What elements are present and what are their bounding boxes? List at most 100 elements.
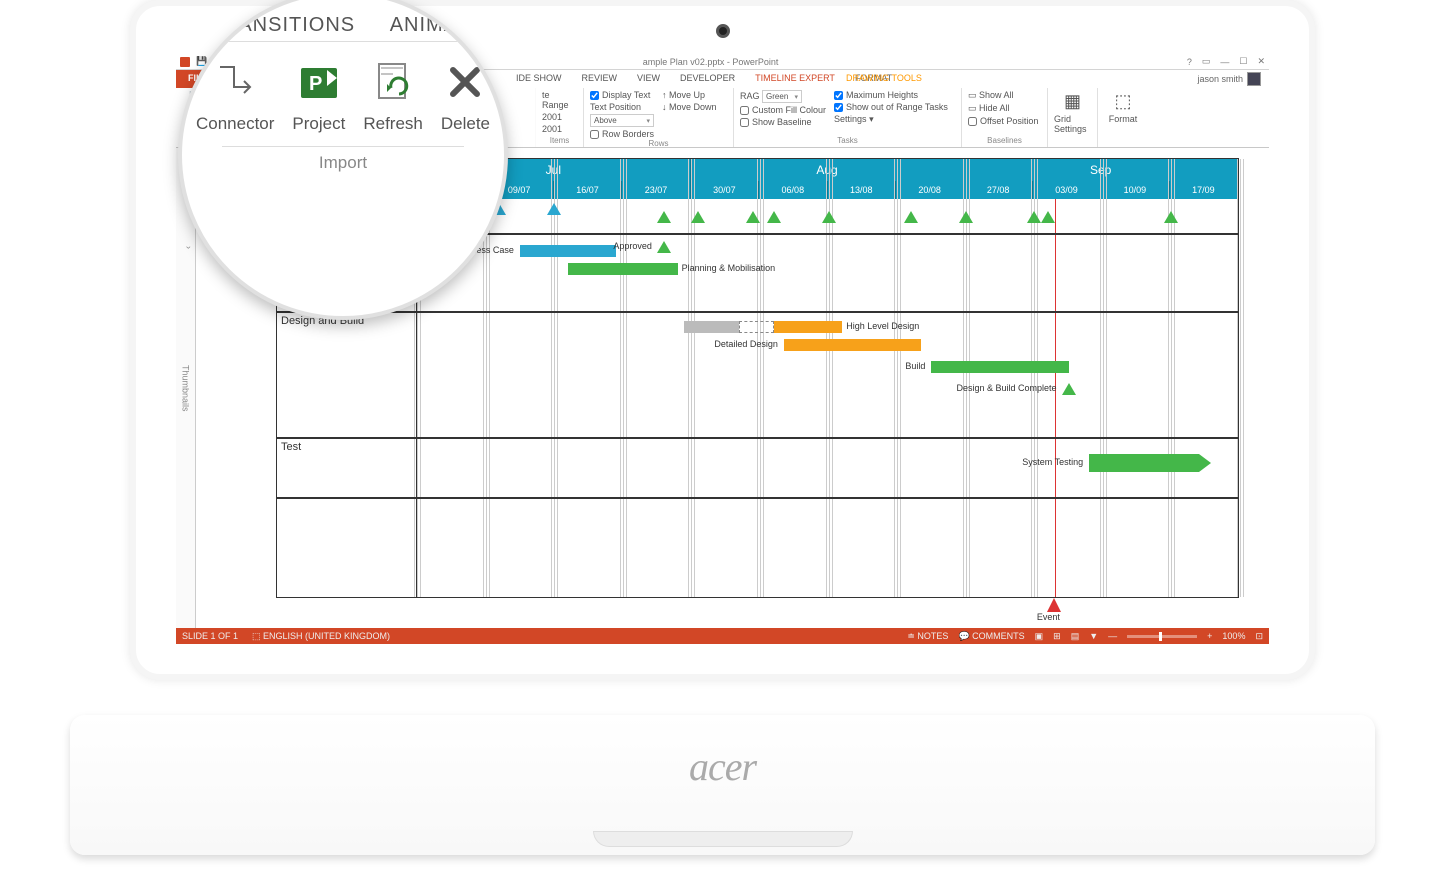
user-name: jason smith [1197,74,1243,84]
show-all-button[interactable]: ▭ Show All [968,90,1041,101]
event-marker[interactable] [1047,598,1061,612]
week-header: 13/08 [828,181,896,199]
tab-slideshow[interactable]: IDE SHOW [506,70,572,88]
tab-developer[interactable]: DEVELOPER [670,70,745,88]
milestone-marker[interactable] [1027,211,1041,223]
lens-group-label: Import [182,153,504,173]
ribbon-options-icon[interactable]: ▭ [1202,56,1211,67]
connector-button[interactable]: Connector [196,58,274,134]
minimize-icon[interactable]: — [1220,57,1229,67]
lens-tab-transitions[interactable]: TRANSITIONS [210,14,355,36]
view-normal-icon[interactable]: ▣ [1035,631,1044,642]
week-header: 27/08 [964,181,1032,199]
laptop-camera [716,24,730,38]
milestone-marker[interactable] [746,211,760,223]
task-label: Detailed Design [714,339,778,349]
out-of-range-check[interactable]: Show out of Range Tasks [834,102,948,112]
laptop-brand: acer [689,743,756,790]
milestone-marker[interactable] [1062,383,1076,395]
view-sorter-icon[interactable]: ⊞ [1053,631,1061,642]
connector-icon [211,58,259,106]
task-settings-button[interactable]: Settings ▾ [834,114,948,125]
week-header: 17/09 [1170,181,1238,199]
row-borders-check[interactable]: Row Borders [590,129,654,139]
help-icon[interactable]: ? [1187,57,1192,67]
task-label: Build [905,361,925,371]
slide-indicator[interactable]: SLIDE 1 OF 1 [182,631,238,642]
month-header: Sep [964,159,1238,181]
format-button[interactable]: ⬚Format [1104,90,1142,124]
format-icon: ⬚ [1112,90,1134,112]
milestone-marker[interactable] [959,211,973,223]
task-bar[interactable] [520,245,616,257]
user-avatar-icon [1247,72,1261,86]
tab-timeline-expert[interactable]: TIMELINE EXPERT [745,70,845,88]
task-bar[interactable] [784,339,921,351]
week-header: 30/07 [691,181,759,199]
user-account[interactable]: jason smith [1189,70,1269,88]
comments-button[interactable]: 💬 COMMENTS [958,631,1024,642]
milestone-marker[interactable] [767,211,781,223]
week-header: 03/09 [1033,181,1101,199]
month-header: Aug [691,159,965,181]
zoom-out-button[interactable]: — [1108,631,1117,641]
week-header: 16/07 [554,181,622,199]
display-text-check[interactable]: Display Text [590,90,654,100]
grid-settings-button[interactable]: ▦Grid Settings [1054,90,1091,134]
milestone-marker[interactable] [657,241,671,253]
task-bar[interactable] [568,263,678,275]
hide-all-button[interactable]: ▭ Hide All [968,103,1041,114]
week-header: 23/07 [622,181,690,199]
task-label: Planning & Mobilisation [682,263,776,273]
milestone-marker[interactable] [1164,211,1178,223]
week-header: 10/09 [1101,181,1169,199]
context-drawing-tools: DRAWING TOOLS [836,70,932,86]
tab-review[interactable]: REVIEW [572,70,628,88]
show-baseline-check[interactable]: Show Baseline [740,117,826,127]
task-bar[interactable] [774,321,843,333]
zoom-in-button[interactable]: + [1207,631,1212,641]
offset-position-check[interactable]: Offset Position [968,116,1041,126]
tab-view[interactable]: VIEW [627,70,670,88]
milestone-marker[interactable] [822,211,836,223]
delete-icon [441,58,489,106]
task-bar[interactable] [931,361,1068,373]
grid-icon: ▦ [1062,90,1084,112]
milestone-marker[interactable] [691,211,705,223]
refresh-button[interactable]: Refresh [363,58,423,134]
laptop-hinge [593,831,853,847]
project-button[interactable]: P Project [292,58,345,134]
task-bar[interactable] [684,321,739,333]
ms-project-icon: P [295,58,343,106]
lens-tab-animations[interactable]: ANIMATI [390,14,477,36]
max-heights-check[interactable]: Maximum Heights [834,90,948,100]
view-slideshow-icon[interactable]: ▼ [1089,631,1098,641]
notes-button[interactable]: ≐ NOTES [907,631,948,642]
milestone-marker[interactable] [904,211,918,223]
milestone-label: Approved [613,241,652,251]
move-up-button[interactable]: ↑ Move Up [662,90,717,100]
milestone-marker[interactable] [547,203,561,215]
task-label: High Level Design [846,321,919,331]
move-down-button[interactable]: ↓ Move Down [662,102,717,112]
svg-text:P: P [309,73,322,95]
rag-dropdown[interactable]: Green [762,90,802,103]
task-bar[interactable] [1089,454,1199,472]
custom-fill-check[interactable]: Custom Fill Colour [740,105,826,115]
magnifier-lens: TRANSITIONS ANIMATI Connector P Project … [178,0,508,320]
zoom-level[interactable]: 100% [1222,631,1245,641]
close-icon[interactable]: ✕ [1257,56,1265,67]
zoom-slider[interactable] [1127,635,1197,638]
milestone-label: Design & Build Complete [956,383,1056,393]
language-indicator[interactable]: ⬚ ENGLISH (UNITED KINGDOM) [252,631,390,642]
status-bar: SLIDE 1 OF 1 ⬚ ENGLISH (UNITED KINGDOM) … [176,628,1269,644]
refresh-icon [369,58,417,106]
text-position-dropdown[interactable]: Above [590,114,654,127]
maximize-icon[interactable]: ☐ [1239,56,1247,67]
week-header: 06/08 [759,181,827,199]
milestone-marker[interactable] [657,211,671,223]
delete-button[interactable]: Delete [441,58,490,134]
milestone-marker[interactable] [1041,211,1055,223]
fit-to-window-icon[interactable]: ⊡ [1255,631,1263,642]
view-reading-icon[interactable]: ▤ [1071,631,1080,642]
